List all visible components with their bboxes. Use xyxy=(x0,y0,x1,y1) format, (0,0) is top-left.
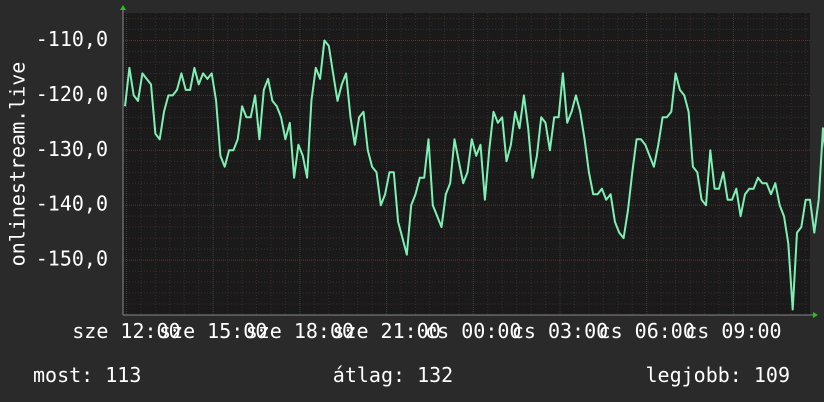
stat-best: legjobb: 109 xyxy=(646,363,791,387)
x-tick-label: cs 06:00 xyxy=(599,319,695,343)
signal-chart: -110,0 -120,0 -130,0 -140,0 -150,0 sze 12:00… xyxy=(0,0,824,402)
stat-average: átlag: 132 xyxy=(333,363,453,387)
stat-current: most: 113 xyxy=(33,363,141,387)
y-axis-label: onlinestream.live xyxy=(6,62,30,267)
y-tick-label: -150,0 xyxy=(36,247,108,271)
y-tick-label: -120,0 xyxy=(36,82,108,106)
y-tick-label: -130,0 xyxy=(36,137,108,161)
x-tick-label: cs 09:00 xyxy=(685,319,781,343)
y-tick-label: -140,0 xyxy=(36,192,108,216)
x-tick-label: cs 00:00 xyxy=(425,319,521,343)
y-tick-label: -110,0 xyxy=(36,27,108,51)
x-tick-label: cs 03:00 xyxy=(512,319,608,343)
x-tick-labels: sze 12:00sze 15:00sze 18:00sze 21:00cs 0… xyxy=(72,319,781,343)
